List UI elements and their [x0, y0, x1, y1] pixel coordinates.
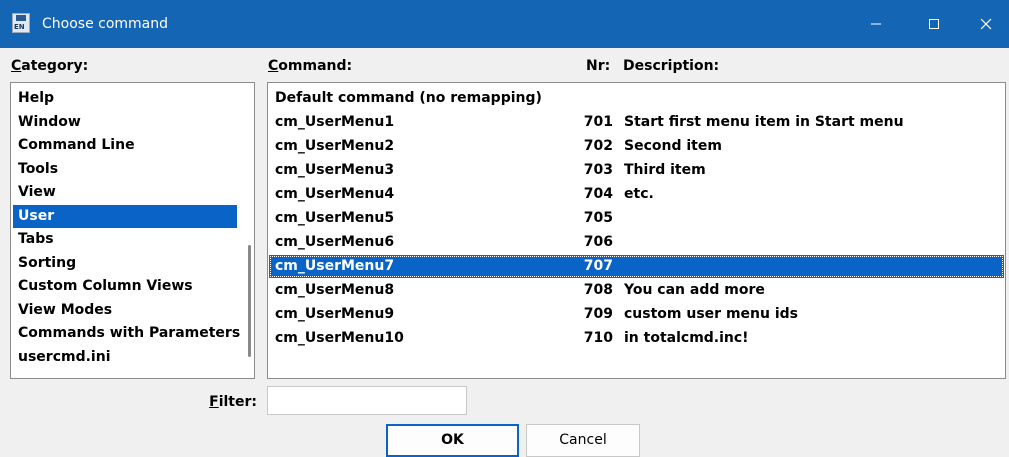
- title-bar[interactable]: EN Choose command: [0, 0, 1009, 48]
- nr-header: Nr:: [586, 58, 611, 74]
- command-description: custom user menu ids: [624, 306, 798, 322]
- command-name: cm_UserMenu7: [275, 258, 395, 274]
- command-row[interactable]: cm_UserMenu8 708 You can add more: [269, 279, 1004, 302]
- command-nr: 708: [583, 282, 613, 298]
- command-description: etc.: [624, 186, 654, 202]
- command-nr: 701: [583, 114, 613, 130]
- filter-label: Filter:: [209, 394, 257, 410]
- category-item[interactable]: Sorting: [13, 252, 237, 275]
- command-row[interactable]: cm_UserMenu9 709 custom user menu ids: [269, 303, 1004, 326]
- category-item[interactable]: Tools: [13, 158, 237, 181]
- command-nr: 709: [583, 306, 613, 322]
- command-name: cm_UserMenu5: [275, 210, 395, 226]
- category-item[interactable]: Commands with Parameters: [13, 322, 240, 345]
- command-description: in totalcmd.inc!: [624, 330, 749, 346]
- filter-input[interactable]: [267, 386, 467, 415]
- description-header: Description:: [623, 58, 720, 74]
- command-row[interactable]: cm_UserMenu5 705: [269, 207, 1004, 230]
- command-row[interactable]: cm_UserMenu3 703 Third item: [269, 159, 1004, 182]
- command-list[interactable]: Default command (no remapping) cm_UserMen…: [267, 82, 1006, 379]
- command-row[interactable]: cm_UserMenu2 702 Second item: [269, 135, 1004, 158]
- category-item[interactable]: Custom Column Views: [13, 275, 237, 298]
- category-list[interactable]: Help Window Command Line Tools View User Tabs S…: [10, 82, 255, 379]
- category-scrollbar[interactable]: [246, 85, 254, 375]
- category-item[interactable]: Command Line: [13, 134, 237, 157]
- close-icon: [980, 18, 992, 30]
- command-description: Second item: [624, 138, 722, 154]
- totalcmd-disk-icon: EN: [12, 13, 30, 33]
- command-row[interactable]: cm_UserMenu1 701 Start first menu item in …: [269, 111, 1004, 134]
- command-nr: 705: [583, 210, 613, 226]
- command-name: cm_UserMenu8: [275, 282, 395, 298]
- cancel-button[interactable]: Cancel: [526, 424, 640, 457]
- command-name: cm_UserMenu6: [275, 234, 395, 250]
- category-item[interactable]: View: [13, 181, 237, 204]
- category-item[interactable]: User: [13, 204, 237, 228]
- maximize-button[interactable]: [911, 0, 957, 48]
- command-nr: 703: [583, 162, 613, 178]
- category-item[interactable]: Tabs: [13, 228, 237, 251]
- command-nr: 702: [583, 138, 613, 154]
- command-row[interactable]: cm_UserMenu4 704 etc.: [269, 183, 1004, 206]
- minimize-icon: [871, 23, 881, 25]
- command-header: Command:: [268, 58, 353, 74]
- command-name: cm_UserMenu10: [275, 330, 404, 346]
- ok-button[interactable]: OK: [386, 424, 519, 457]
- close-button[interactable]: [963, 0, 1009, 48]
- command-description: You can add more: [624, 282, 765, 298]
- command-description: Third item: [624, 162, 706, 178]
- window-title: Choose command: [42, 16, 169, 32]
- command-row[interactable]: Default command (no remapping): [269, 87, 1004, 110]
- command-row[interactable]: cm_UserMenu6 706: [269, 231, 1004, 254]
- command-description: Start first menu item in Start menu: [624, 114, 904, 130]
- command-name: cm_UserMenu2: [275, 138, 395, 154]
- minimize-button[interactable]: [853, 0, 899, 48]
- category-header: Category:: [11, 58, 89, 74]
- category-scrollbar-thumb[interactable]: [248, 245, 251, 357]
- command-name: cm_UserMenu1: [275, 114, 395, 130]
- category-item[interactable]: View Modes: [13, 299, 237, 322]
- category-item[interactable]: usercmd.ini: [13, 346, 237, 369]
- command-name: cm_UserMenu3: [275, 162, 395, 178]
- command-row[interactable]: cm_UserMenu7 707: [269, 255, 1004, 278]
- command-name: cm_UserMenu4: [275, 186, 395, 202]
- command-nr: 706: [583, 234, 613, 250]
- maximize-icon: [929, 19, 939, 29]
- command-nr: 704: [583, 186, 613, 202]
- command-name: cm_UserMenu9: [275, 306, 395, 322]
- category-item[interactable]: Window: [13, 111, 237, 134]
- command-nr: 707: [583, 258, 613, 274]
- command-name: Default command (no remapping): [275, 90, 542, 106]
- command-nr: 710: [583, 330, 613, 346]
- command-row[interactable]: cm_UserMenu10 710 in totalcmd.inc!: [269, 327, 1004, 350]
- category-item[interactable]: Help: [13, 87, 237, 110]
